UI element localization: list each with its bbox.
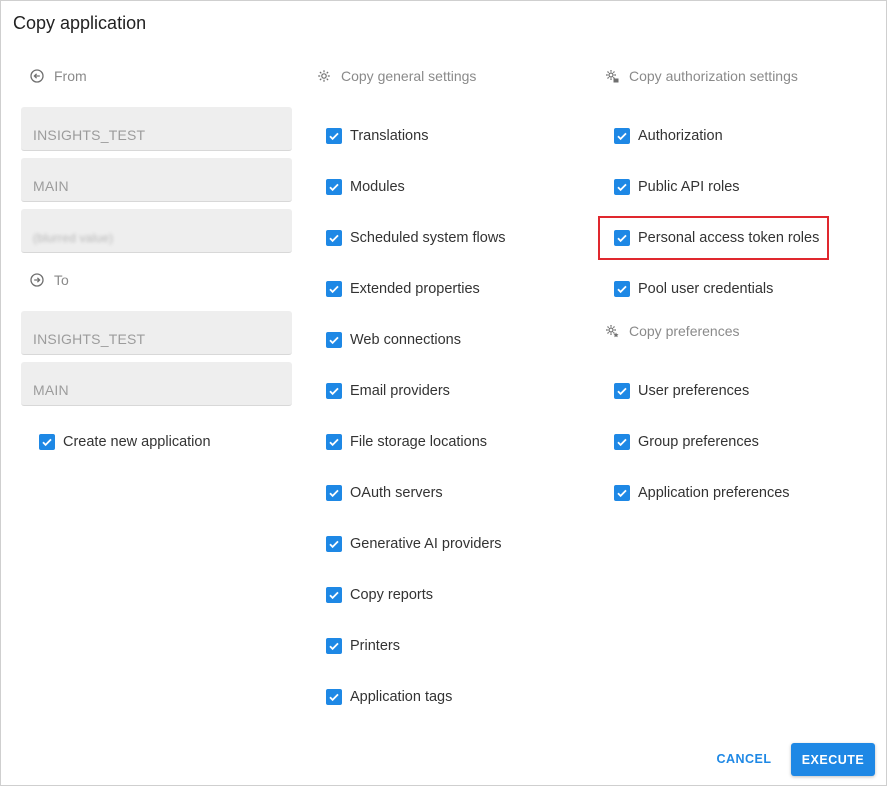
printers-checkbox[interactable]: Printers <box>326 638 400 654</box>
to-application-field[interactable]: INSIGHTS_TEST <box>21 311 292 355</box>
from-branch-field[interactable]: MAIN <box>21 158 292 202</box>
public-api-roles-label: Public API roles <box>638 179 740 195</box>
checkbox-checked-icon <box>326 281 342 297</box>
checkbox-checked-icon <box>614 179 630 195</box>
file-storage-locations-checkbox[interactable]: File storage locations <box>326 434 487 450</box>
application-preferences-label: Application preferences <box>638 485 790 501</box>
checkbox-checked-icon <box>326 230 342 246</box>
group-preferences-checkbox[interactable]: Group preferences <box>614 434 759 450</box>
modules-label: Modules <box>350 179 405 195</box>
generative-ai-providers-checkbox[interactable]: Generative AI providers <box>326 536 502 552</box>
scheduled-system-flows-checkbox[interactable]: Scheduled system flows <box>326 230 506 246</box>
copy-application-dialog: Copy application From INSIGHTS_TEST MAIN… <box>0 0 887 786</box>
generative-ai-providers-label: Generative AI providers <box>350 536 502 552</box>
gear-star-icon <box>605 324 619 338</box>
preferences-heading: Copy preferences <box>605 323 740 339</box>
email-providers-label: Email providers <box>350 383 450 399</box>
pool-user-credentials-checkbox[interactable]: Pool user credentials <box>614 281 773 297</box>
translations-label: Translations <box>350 128 429 144</box>
public-api-roles-checkbox[interactable]: Public API roles <box>614 179 740 195</box>
scheduled-system-flows-label: Scheduled system flows <box>350 230 506 246</box>
authorization-settings-title: Copy authorization settings <box>629 68 798 84</box>
preferences-title: Copy preferences <box>629 323 740 339</box>
to-branch-value: MAIN <box>33 382 69 398</box>
checkbox-checked-icon <box>614 434 630 450</box>
copy-reports-label: Copy reports <box>350 587 434 603</box>
pool-user-credentials-label: Pool user credentials <box>638 281 774 297</box>
to-heading: To <box>30 272 69 288</box>
authorization-label: Authorization <box>638 128 723 144</box>
application-preferences-checkbox[interactable]: Application preferences <box>614 485 790 501</box>
create-new-application-checkbox[interactable]: Create new application <box>39 434 211 450</box>
user-preferences-label: User preferences <box>638 383 750 399</box>
user-preferences-checkbox[interactable]: User preferences <box>614 383 749 399</box>
arrow-left-circle-icon <box>30 69 44 83</box>
from-version-field[interactable]: (blurred value) <box>21 209 292 253</box>
from-application-value: INSIGHTS_TEST <box>33 127 146 143</box>
web-connections-label: Web connections <box>350 332 461 348</box>
translations-checkbox[interactable]: Translations <box>326 128 428 144</box>
checkbox-checked-icon <box>326 485 342 501</box>
oauth-servers-checkbox[interactable]: OAuth servers <box>326 485 443 501</box>
to-label: To <box>54 272 69 288</box>
from-branch-value: MAIN <box>33 178 69 194</box>
gear-lock-icon <box>605 69 619 83</box>
email-providers-checkbox[interactable]: Email providers <box>326 383 450 399</box>
cancel-button[interactable]: CANCEL <box>707 743 781 775</box>
from-label: From <box>54 68 87 84</box>
extended-properties-label: Extended properties <box>350 281 480 297</box>
checkbox-checked-icon <box>614 383 630 399</box>
authorization-settings-heading: Copy authorization settings <box>605 68 798 84</box>
general-settings-title: Copy general settings <box>341 68 477 84</box>
dialog-title: Copy application <box>13 13 147 33</box>
extended-properties-checkbox[interactable]: Extended properties <box>326 281 480 297</box>
checkbox-checked-icon <box>614 485 630 501</box>
arrow-right-circle-icon <box>30 273 44 287</box>
checkbox-checked-icon <box>326 128 342 144</box>
checkbox-checked-icon <box>39 434 55 450</box>
checkbox-checked-icon <box>614 281 630 297</box>
oauth-servers-label: OAuth servers <box>350 485 443 501</box>
highlight-box <box>598 216 829 260</box>
authorization-checkbox[interactable]: Authorization <box>614 128 723 144</box>
from-version-value: (blurred value) <box>33 231 114 245</box>
printers-label: Printers <box>350 638 400 654</box>
checkbox-checked-icon <box>326 587 342 603</box>
gear-icon <box>317 69 331 83</box>
from-application-field[interactable]: INSIGHTS_TEST <box>21 107 292 151</box>
general-settings-heading: Copy general settings <box>317 68 476 84</box>
group-preferences-label: Group preferences <box>638 434 759 450</box>
create-new-application-label: Create new application <box>63 434 211 450</box>
to-application-value: INSIGHTS_TEST <box>33 331 146 347</box>
checkbox-checked-icon <box>326 638 342 654</box>
checkbox-checked-icon <box>326 179 342 195</box>
copy-reports-checkbox[interactable]: Copy reports <box>326 587 433 603</box>
to-branch-field[interactable]: MAIN <box>21 362 292 406</box>
checkbox-checked-icon <box>326 383 342 399</box>
checkbox-checked-icon <box>326 332 342 348</box>
application-tags-checkbox[interactable]: Application tags <box>326 689 452 705</box>
checkbox-checked-icon <box>326 434 342 450</box>
checkbox-checked-icon <box>326 689 342 705</box>
application-tags-label: Application tags <box>350 689 453 705</box>
checkbox-checked-icon <box>326 536 342 552</box>
execute-button[interactable]: EXECUTE <box>791 743 875 776</box>
modules-checkbox[interactable]: Modules <box>326 179 405 195</box>
from-heading: From <box>30 68 87 84</box>
web-connections-checkbox[interactable]: Web connections <box>326 332 461 348</box>
checkbox-checked-icon <box>614 128 630 144</box>
file-storage-locations-label: File storage locations <box>350 434 488 450</box>
